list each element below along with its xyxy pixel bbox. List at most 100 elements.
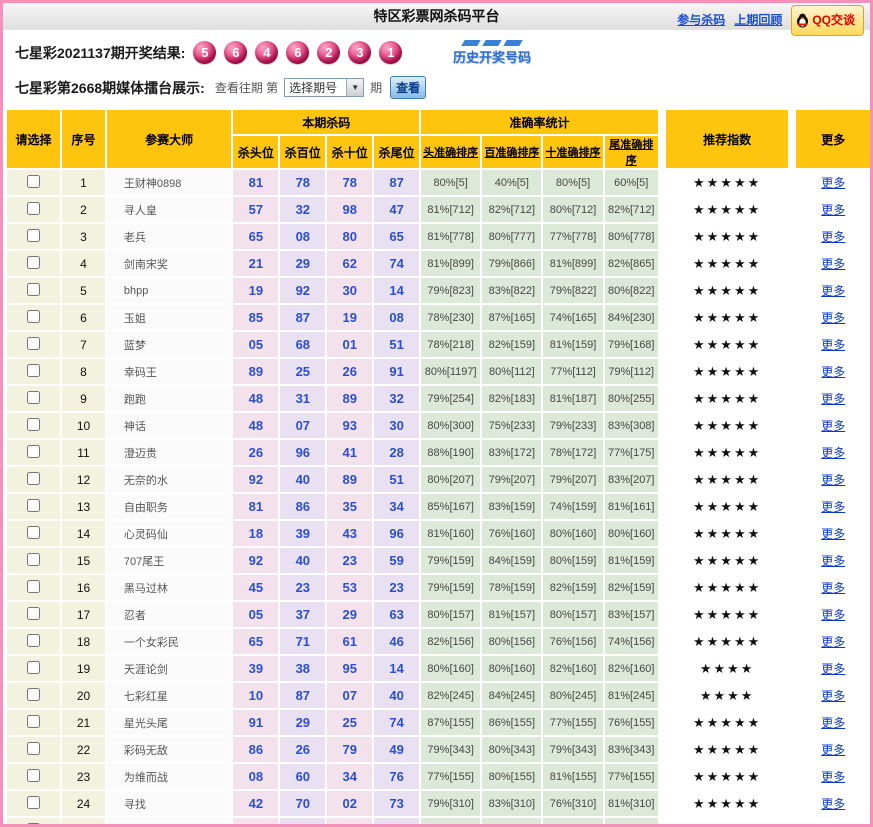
row-select-cell — [7, 656, 61, 681]
row-select-checkbox[interactable] — [27, 795, 41, 809]
kill-number: 08 — [374, 305, 420, 330]
sort-ten-accuracy-link[interactable]: 十准确排序 — [543, 136, 603, 168]
master-name[interactable]: 蓝梦 — [106, 332, 232, 357]
row-select-checkbox[interactable] — [27, 417, 41, 431]
row-select-checkbox[interactable] — [27, 660, 41, 674]
master-name[interactable]: 星光头尾 — [106, 710, 232, 735]
kill-number: 14 — [374, 656, 420, 681]
master-name[interactable]: 王财神0898 — [106, 170, 232, 195]
more-link[interactable]: 更多 — [821, 662, 845, 676]
row-select-checkbox[interactable] — [27, 444, 41, 458]
master-name[interactable]: 神话 — [106, 413, 232, 438]
more-link[interactable]: 更多 — [821, 689, 845, 703]
more-link[interactable]: 更多 — [821, 743, 845, 757]
row-select-checkbox[interactable] — [27, 282, 41, 296]
more-link[interactable]: 更多 — [821, 500, 845, 514]
accuracy-stat: 79%[207] — [482, 467, 542, 492]
master-name[interactable]: 一个女彩民 — [106, 629, 232, 654]
more-link[interactable]: 更多 — [821, 284, 845, 298]
view-button[interactable]: 查看 — [390, 76, 427, 99]
more-link[interactable]: 更多 — [821, 635, 845, 649]
row-select-checkbox[interactable] — [27, 390, 41, 404]
more-cell: 更多 — [796, 683, 870, 708]
more-link[interactable]: 更多 — [821, 608, 845, 622]
row-select-checkbox[interactable] — [27, 471, 41, 485]
row-select-checkbox[interactable] — [27, 498, 41, 512]
row-select-checkbox[interactable] — [27, 255, 41, 269]
master-name[interactable]: 澄迈贵 — [106, 440, 232, 465]
more-link[interactable]: 更多 — [821, 365, 845, 379]
row-select-checkbox[interactable] — [27, 174, 41, 188]
more-link[interactable]: 更多 — [821, 797, 845, 811]
kill-number: 31 — [280, 386, 326, 411]
more-link[interactable]: 更多 — [821, 203, 845, 217]
kill-number: 49 — [374, 737, 420, 762]
master-name[interactable]: 寻人皇 — [106, 197, 232, 222]
master-name[interactable]: 我爱七星彩 — [106, 818, 232, 824]
master-name[interactable]: 心灵码仙 — [106, 521, 232, 546]
master-name[interactable]: 天涯论剑 — [106, 656, 232, 681]
kill-number: 80 — [327, 224, 373, 249]
kill-number: 92 — [233, 548, 279, 573]
more-link[interactable]: 更多 — [821, 311, 845, 325]
sort-tail-accuracy-link[interactable]: 尾准确排序 — [604, 136, 664, 168]
more-link[interactable]: 更多 — [821, 230, 845, 244]
master-name[interactable]: 无奈的水 — [106, 467, 232, 492]
page: 特区彩票网杀码平台 参与杀码 上期回顾 QQ交谈 七星彩2021137期开奖结果… — [0, 0, 873, 827]
more-link[interactable]: 更多 — [821, 392, 845, 406]
more-link[interactable]: 更多 — [821, 554, 845, 568]
sort-hundred-accuracy-link[interactable]: 百准确排序 — [482, 136, 542, 168]
row-select-checkbox[interactable] — [27, 228, 41, 242]
more-link[interactable]: 更多 — [821, 176, 845, 190]
more-link[interactable]: 更多 — [821, 446, 845, 460]
master-name[interactable]: 为维而战 — [106, 764, 232, 789]
period-select[interactable]: 选择期号 ▼ — [284, 78, 365, 97]
more-link[interactable]: 更多 — [821, 338, 845, 352]
more-link[interactable]: 更多 — [821, 473, 845, 487]
row-select-checkbox[interactable] — [27, 741, 41, 755]
master-name[interactable]: 黑马过林 — [106, 575, 232, 600]
row-select-checkbox[interactable] — [27, 525, 41, 539]
master-name[interactable]: 跑跑 — [106, 386, 232, 411]
row-select-checkbox[interactable] — [27, 687, 41, 701]
master-name[interactable]: 寻找 — [106, 791, 232, 816]
row-select-checkbox[interactable] — [27, 633, 41, 647]
more-link[interactable]: 更多 — [821, 716, 845, 730]
row-select-checkbox[interactable] — [27, 309, 41, 323]
kill-number: 42 — [233, 791, 279, 816]
more-link[interactable]: 更多 — [821, 770, 845, 784]
sort-head-accuracy-link[interactable]: 头准确排序 — [421, 136, 481, 168]
row-select-checkbox[interactable] — [27, 822, 41, 824]
row-index: 15 — [62, 548, 105, 573]
row-select-checkbox[interactable] — [27, 201, 41, 215]
row-select-checkbox[interactable] — [27, 363, 41, 377]
more-link[interactable]: 更多 — [821, 419, 845, 433]
more-link[interactable]: 更多 — [821, 527, 845, 541]
master-column-header: 参赛大师 — [106, 110, 232, 168]
master-name[interactable]: 彩码无敌 — [106, 737, 232, 762]
accuracy-stat: 81%[712] — [421, 197, 481, 222]
row-select-checkbox[interactable] — [27, 579, 41, 593]
kill-number: 07 — [280, 413, 326, 438]
master-name[interactable]: 玉姐 — [106, 305, 232, 330]
row-index: 7 — [62, 332, 105, 357]
more-link[interactable]: 更多 — [821, 581, 845, 595]
master-name[interactable]: 老兵 — [106, 224, 232, 249]
more-cell: 更多 — [796, 791, 870, 816]
more-link[interactable]: 更多 — [821, 257, 845, 271]
master-name[interactable]: 幸码王 — [106, 359, 232, 384]
chevron-down-icon[interactable]: ▼ — [346, 79, 364, 96]
master-name[interactable]: bhpp — [106, 278, 232, 303]
master-name[interactable]: 707尾王 — [106, 548, 232, 573]
row-select-checkbox[interactable] — [27, 768, 41, 782]
history-numbers-link[interactable]: 历史开奖号码 — [453, 40, 531, 67]
master-name[interactable]: 忍者 — [106, 602, 232, 627]
master-name[interactable]: 自由职务 — [106, 494, 232, 519]
row-select-checkbox[interactable] — [27, 606, 41, 620]
master-name[interactable]: 剑南宋奖 — [106, 251, 232, 276]
row-select-checkbox[interactable] — [27, 336, 41, 350]
accuracy-stat: 83%[157] — [604, 602, 664, 627]
row-select-checkbox[interactable] — [27, 552, 41, 566]
master-name[interactable]: 七彩红星 — [106, 683, 232, 708]
row-select-checkbox[interactable] — [27, 714, 41, 728]
